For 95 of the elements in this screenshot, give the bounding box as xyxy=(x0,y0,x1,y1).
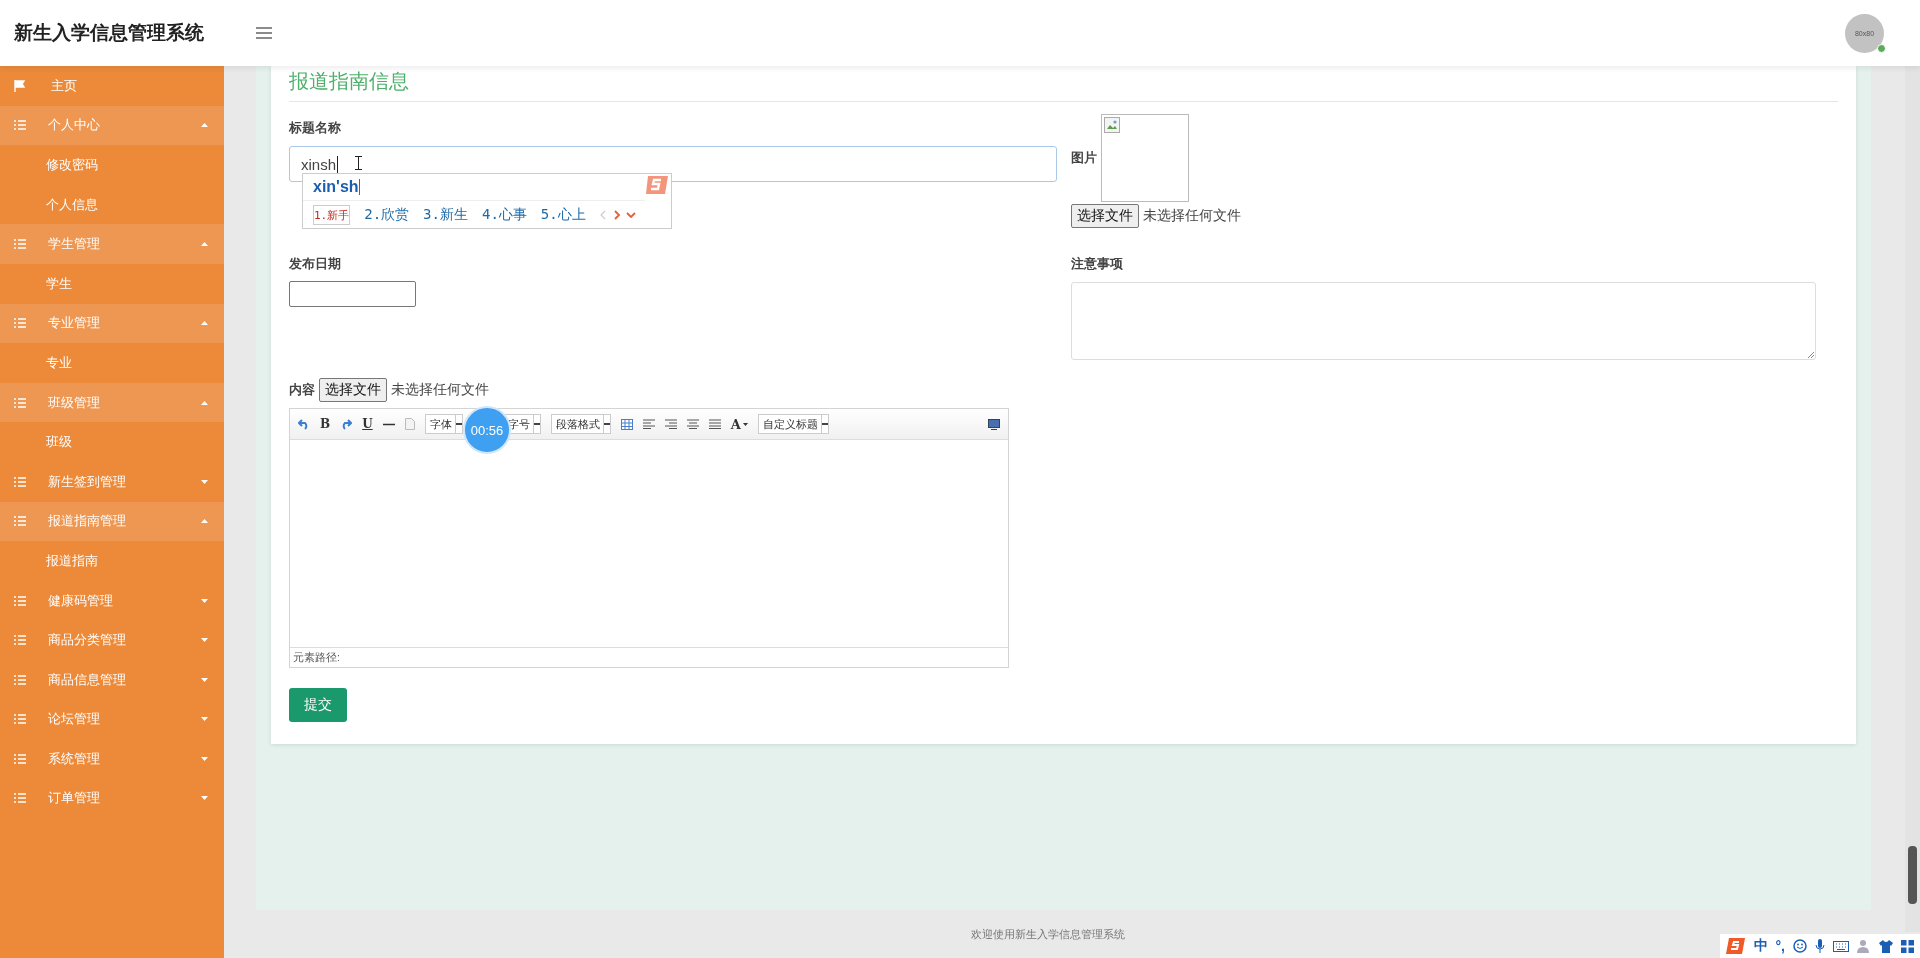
caret-icon xyxy=(201,638,208,643)
choose-file-button[interactable]: 选择文件 xyxy=(319,378,387,402)
align-right-icon[interactable] xyxy=(664,419,677,429)
punctuation-mode[interactable]: °, xyxy=(1775,938,1785,954)
list-icon xyxy=(14,595,26,606)
choose-file-button[interactable]: 选择文件 xyxy=(1071,204,1139,228)
toolbar-dropdown[interactable]: 段落格式 xyxy=(550,414,611,434)
caret-icon xyxy=(201,796,208,801)
toolbar-dropdown[interactable]: 自定义标题 xyxy=(757,414,829,434)
file-status: 未选择任何文件 xyxy=(1143,207,1241,225)
sidebar-item[interactable]: 个人信息 xyxy=(0,184,224,225)
ime-candidate[interactable]: 1.新手 xyxy=(313,205,351,225)
footer-text: 欢迎使用新生入学信息管理系统 xyxy=(970,926,1125,942)
ime-logo-icon xyxy=(1725,937,1746,955)
file-status: 未选择任何文件 xyxy=(391,381,489,399)
caret-icon xyxy=(201,717,208,722)
keyboard-icon[interactable] xyxy=(1833,940,1849,952)
sidebar-item[interactable]: 报道指南 xyxy=(0,541,224,581)
sidebar-item[interactable]: 系统管理 xyxy=(0,739,224,779)
horizontal-rule-icon[interactable] xyxy=(382,422,395,426)
undo-icon[interactable] xyxy=(298,418,310,430)
list-icon xyxy=(14,793,26,804)
field-label: 图片 xyxy=(1071,149,1097,167)
ime-candidate[interactable]: 2.欣赏 xyxy=(364,206,410,224)
caret-icon xyxy=(201,400,208,405)
align-center-icon[interactable] xyxy=(686,419,699,429)
smiley-icon[interactable] xyxy=(1793,939,1807,953)
rich-text-editor[interactable]: B U 字体 字号 段落格式 A 自定义标题 元素路径: 00:56 xyxy=(289,408,1009,668)
list-icon xyxy=(14,476,26,487)
list-icon xyxy=(14,635,26,646)
sidebar-item[interactable]: 商品分类管理 xyxy=(0,620,224,660)
input-mode[interactable]: 中 xyxy=(1753,937,1768,955)
format-button[interactable]: B xyxy=(320,417,331,431)
menu-icon[interactable] xyxy=(256,27,272,39)
sidebar-item[interactable]: 班级管理 xyxy=(0,382,224,423)
list-icon xyxy=(14,239,26,250)
caret-icon xyxy=(201,598,208,603)
list-icon xyxy=(14,397,26,408)
sidebar-item[interactable]: 订单管理 xyxy=(0,778,224,819)
format-button[interactable]: U xyxy=(362,417,373,431)
list-icon xyxy=(14,516,26,527)
monitor-icon[interactable] xyxy=(988,418,1000,430)
text-cursor-icon xyxy=(355,156,362,170)
grid-icon[interactable] xyxy=(1901,939,1914,953)
field-label: 内容 xyxy=(289,381,315,399)
table-icon[interactable] xyxy=(620,418,633,430)
sidebar-item[interactable]: 主页 xyxy=(0,66,224,106)
list-icon xyxy=(14,120,26,131)
sidebar-item[interactable]: 班级 xyxy=(0,422,224,462)
list-icon xyxy=(14,753,26,764)
sidebar-item[interactable]: 报道指南管理 xyxy=(0,501,224,542)
broken-image-icon xyxy=(1104,117,1120,133)
shirt-icon[interactable] xyxy=(1879,939,1893,953)
app-title: 新生入学信息管理系统 xyxy=(14,21,205,45)
redo-icon[interactable] xyxy=(340,418,353,430)
field-label: 注意事项 xyxy=(1071,256,1124,273)
form-title: 报道指南信息 xyxy=(289,66,1838,102)
field-label: 标题名称 xyxy=(289,120,342,137)
font-color-button[interactable]: A xyxy=(730,416,748,432)
caret-icon xyxy=(742,422,748,426)
sidebar-item[interactable]: 专业 xyxy=(0,343,224,383)
date-field[interactable] xyxy=(289,281,416,307)
list-icon xyxy=(14,318,26,329)
caret-icon xyxy=(201,479,208,484)
sidebar-item[interactable]: 修改密码 xyxy=(0,145,224,185)
scrollbar[interactable] xyxy=(1905,66,1920,932)
ime-candidate[interactable]: 4.心事 xyxy=(481,206,527,224)
ime-candidate[interactable]: 3.新生 xyxy=(423,206,468,224)
resize-grip-icon xyxy=(1807,351,1814,358)
caret-icon xyxy=(201,519,208,524)
microphone-icon[interactable] xyxy=(1815,939,1825,953)
sidebar-item[interactable]: 新生签到管理 xyxy=(0,461,224,502)
flag-icon xyxy=(14,79,25,92)
caret-icon xyxy=(201,123,208,128)
toolbar-dropdown[interactable]: 字体 xyxy=(424,414,463,434)
sidebar-item[interactable]: 专业管理 xyxy=(0,303,224,344)
sidebar-item[interactable]: 健康码管理 xyxy=(0,580,224,621)
element-path: 元素路径: xyxy=(290,647,1008,667)
caret-icon xyxy=(201,756,208,761)
list-icon xyxy=(14,714,26,725)
field-label: 发布日期 xyxy=(289,256,342,273)
sidebar-item[interactable]: 个人中心 xyxy=(0,105,224,146)
submit-button[interactable]: 提交 xyxy=(289,688,347,722)
caret-icon xyxy=(201,242,208,247)
sidebar-item[interactable]: 论坛管理 xyxy=(0,699,224,740)
sidebar-item[interactable]: 商品信息管理 xyxy=(0,659,224,700)
align-left-icon[interactable] xyxy=(642,419,655,429)
textarea-field[interactable] xyxy=(1071,282,1816,360)
list-icon xyxy=(14,674,26,685)
caret-icon xyxy=(201,677,208,682)
ime-candidate[interactable]: 5.心上 xyxy=(540,206,586,224)
caret-icon xyxy=(201,321,208,326)
sidebar-item[interactable]: 学生 xyxy=(0,263,224,304)
justify-icon[interactable] xyxy=(708,419,721,429)
sidebar-item[interactable]: 学生管理 xyxy=(0,224,224,264)
